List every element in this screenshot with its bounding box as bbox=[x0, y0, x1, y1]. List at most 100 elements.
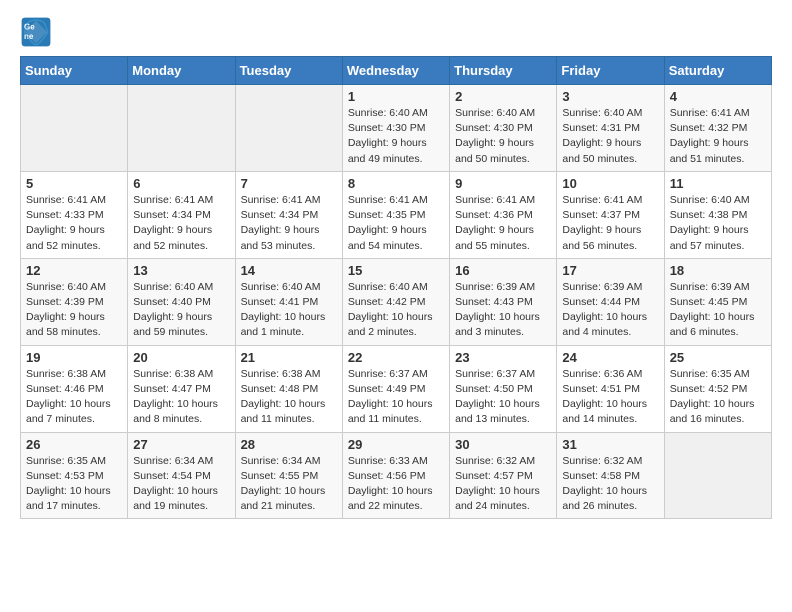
weekday-header-wednesday: Wednesday bbox=[342, 57, 449, 85]
day-info: Sunrise: 6:40 AM Sunset: 4:42 PM Dayligh… bbox=[348, 280, 444, 341]
day-info: Sunrise: 6:33 AM Sunset: 4:56 PM Dayligh… bbox=[348, 454, 444, 515]
header: Ge ne bbox=[20, 16, 772, 48]
day-number: 21 bbox=[241, 350, 337, 365]
day-info: Sunrise: 6:32 AM Sunset: 4:57 PM Dayligh… bbox=[455, 454, 551, 515]
day-info: Sunrise: 6:40 AM Sunset: 4:30 PM Dayligh… bbox=[455, 106, 551, 167]
day-info: Sunrise: 6:35 AM Sunset: 4:53 PM Dayligh… bbox=[26, 454, 122, 515]
day-cell bbox=[21, 85, 128, 172]
day-info: Sunrise: 6:40 AM Sunset: 4:31 PM Dayligh… bbox=[562, 106, 658, 167]
day-cell: 31Sunrise: 6:32 AM Sunset: 4:58 PM Dayli… bbox=[557, 432, 664, 519]
day-info: Sunrise: 6:38 AM Sunset: 4:46 PM Dayligh… bbox=[26, 367, 122, 428]
day-cell: 8Sunrise: 6:41 AM Sunset: 4:35 PM Daylig… bbox=[342, 171, 449, 258]
day-number: 17 bbox=[562, 263, 658, 278]
day-cell: 5Sunrise: 6:41 AM Sunset: 4:33 PM Daylig… bbox=[21, 171, 128, 258]
day-info: Sunrise: 6:41 AM Sunset: 4:32 PM Dayligh… bbox=[670, 106, 766, 167]
day-cell: 6 Sunrise: 6:41 AM Sunset: 4:34 PM Daylig… bbox=[128, 171, 235, 258]
day-info: Sunrise: 6:40 AM Sunset: 4:30 PM Dayligh… bbox=[348, 106, 444, 167]
day-number: 13 bbox=[133, 263, 229, 278]
weekday-header-sunday: Sunday bbox=[21, 57, 128, 85]
day-cell: 15 Sunrise: 6:40 AM Sunset: 4:42 PM Dayli… bbox=[342, 258, 449, 345]
day-cell: 24 Sunrise: 6:36 AM Sunset: 4:51 PM Dayli… bbox=[557, 345, 664, 432]
day-cell bbox=[128, 85, 235, 172]
day-number: 19 bbox=[26, 350, 122, 365]
weekday-header-monday: Monday bbox=[128, 57, 235, 85]
day-number: 24 bbox=[562, 350, 658, 365]
day-cell: 20 Sunrise: 6:38 AM Sunset: 4:47 PM Dayli… bbox=[128, 345, 235, 432]
day-cell: 19 Sunrise: 6:38 AM Sunset: 4:46 PM Dayli… bbox=[21, 345, 128, 432]
day-number: 26 bbox=[26, 437, 122, 452]
day-number: 31 bbox=[562, 437, 658, 452]
day-cell: 21 Sunrise: 6:38 AM Sunset: 4:48 PM Dayli… bbox=[235, 345, 342, 432]
day-cell: 7 Sunrise: 6:41 AM Sunset: 4:34 PM Daylig… bbox=[235, 171, 342, 258]
day-number: 18 bbox=[670, 263, 766, 278]
week-row-2: 5Sunrise: 6:41 AM Sunset: 4:33 PM Daylig… bbox=[21, 171, 772, 258]
day-number: 10 bbox=[562, 176, 658, 191]
day-number: 20 bbox=[133, 350, 229, 365]
day-cell: 10Sunrise: 6:41 AM Sunset: 4:37 PM Dayli… bbox=[557, 171, 664, 258]
day-cell: 4Sunrise: 6:41 AM Sunset: 4:32 PM Daylig… bbox=[664, 85, 771, 172]
day-cell bbox=[664, 432, 771, 519]
day-cell: 28 Sunrise: 6:34 AM Sunset: 4:55 PM Dayli… bbox=[235, 432, 342, 519]
day-cell: 14 Sunrise: 6:40 AM Sunset: 4:41 PM Dayli… bbox=[235, 258, 342, 345]
day-info: Sunrise: 6:37 AM Sunset: 4:49 PM Dayligh… bbox=[348, 367, 444, 428]
day-info: Sunrise: 6:39 AM Sunset: 4:45 PM Dayligh… bbox=[670, 280, 766, 341]
day-cell bbox=[235, 85, 342, 172]
day-info: Sunrise: 6:41 AM Sunset: 4:36 PM Dayligh… bbox=[455, 193, 551, 254]
day-cell: 11Sunrise: 6:40 AM Sunset: 4:38 PM Dayli… bbox=[664, 171, 771, 258]
weekday-header-saturday: Saturday bbox=[664, 57, 771, 85]
day-info: Sunrise: 6:38 AM Sunset: 4:47 PM Dayligh… bbox=[133, 367, 229, 428]
day-info: Sunrise: 6:34 AM Sunset: 4:55 PM Dayligh… bbox=[241, 454, 337, 515]
day-number: 7 bbox=[241, 176, 337, 191]
day-cell: 1 Sunrise: 6:40 AM Sunset: 4:30 PM Daylig… bbox=[342, 85, 449, 172]
day-number: 25 bbox=[670, 350, 766, 365]
day-cell: 2 Sunrise: 6:40 AM Sunset: 4:30 PM Daylig… bbox=[450, 85, 557, 172]
day-info: Sunrise: 6:35 AM Sunset: 4:52 PM Dayligh… bbox=[670, 367, 766, 428]
day-info: Sunrise: 6:39 AM Sunset: 4:44 PM Dayligh… bbox=[562, 280, 658, 341]
day-cell: 30 Sunrise: 6:32 AM Sunset: 4:57 PM Dayli… bbox=[450, 432, 557, 519]
day-number: 29 bbox=[348, 437, 444, 452]
weekday-header-thursday: Thursday bbox=[450, 57, 557, 85]
day-cell: 23 Sunrise: 6:37 AM Sunset: 4:50 PM Dayli… bbox=[450, 345, 557, 432]
day-cell: 18 Sunrise: 6:39 AM Sunset: 4:45 PM Dayli… bbox=[664, 258, 771, 345]
day-number: 14 bbox=[241, 263, 337, 278]
day-number: 30 bbox=[455, 437, 551, 452]
week-row-5: 26 Sunrise: 6:35 AM Sunset: 4:53 PM Dayli… bbox=[21, 432, 772, 519]
day-info: Sunrise: 6:37 AM Sunset: 4:50 PM Dayligh… bbox=[455, 367, 551, 428]
day-cell: 22Sunrise: 6:37 AM Sunset: 4:49 PM Dayli… bbox=[342, 345, 449, 432]
day-cell: 3 Sunrise: 6:40 AM Sunset: 4:31 PM Daylig… bbox=[557, 85, 664, 172]
page: Ge ne SundayMondayTuesdayWednesdayThursd… bbox=[0, 0, 792, 535]
day-number: 3 bbox=[562, 89, 658, 104]
day-cell: 27Sunrise: 6:34 AM Sunset: 4:54 PM Dayli… bbox=[128, 432, 235, 519]
day-number: 8 bbox=[348, 176, 444, 191]
day-info: Sunrise: 6:39 AM Sunset: 4:43 PM Dayligh… bbox=[455, 280, 551, 341]
day-info: Sunrise: 6:38 AM Sunset: 4:48 PM Dayligh… bbox=[241, 367, 337, 428]
day-info: Sunrise: 6:36 AM Sunset: 4:51 PM Dayligh… bbox=[562, 367, 658, 428]
week-row-3: 12Sunrise: 6:40 AM Sunset: 4:39 PM Dayli… bbox=[21, 258, 772, 345]
day-cell: 12Sunrise: 6:40 AM Sunset: 4:39 PM Dayli… bbox=[21, 258, 128, 345]
weekday-header-row: SundayMondayTuesdayWednesdayThursdayFrid… bbox=[21, 57, 772, 85]
weekday-header-tuesday: Tuesday bbox=[235, 57, 342, 85]
day-number: 12 bbox=[26, 263, 122, 278]
day-number: 16 bbox=[455, 263, 551, 278]
day-info: Sunrise: 6:41 AM Sunset: 4:34 PM Dayligh… bbox=[241, 193, 337, 254]
day-info: Sunrise: 6:40 AM Sunset: 4:41 PM Dayligh… bbox=[241, 280, 337, 341]
day-info: Sunrise: 6:34 AM Sunset: 4:54 PM Dayligh… bbox=[133, 454, 229, 515]
day-cell: 16 Sunrise: 6:39 AM Sunset: 4:43 PM Dayli… bbox=[450, 258, 557, 345]
calendar-table: SundayMondayTuesdayWednesdayThursdayFrid… bbox=[20, 56, 772, 519]
day-cell: 17 Sunrise: 6:39 AM Sunset: 4:44 PM Dayli… bbox=[557, 258, 664, 345]
day-number: 6 bbox=[133, 176, 229, 191]
week-row-1: 1 Sunrise: 6:40 AM Sunset: 4:30 PM Daylig… bbox=[21, 85, 772, 172]
day-number: 1 bbox=[348, 89, 444, 104]
week-row-4: 19 Sunrise: 6:38 AM Sunset: 4:46 PM Dayli… bbox=[21, 345, 772, 432]
logo-icon: Ge ne bbox=[20, 16, 52, 48]
day-number: 15 bbox=[348, 263, 444, 278]
day-number: 28 bbox=[241, 437, 337, 452]
day-info: Sunrise: 6:40 AM Sunset: 4:38 PM Dayligh… bbox=[670, 193, 766, 254]
logo: Ge ne bbox=[20, 16, 58, 48]
day-cell: 9 Sunrise: 6:41 AM Sunset: 4:36 PM Daylig… bbox=[450, 171, 557, 258]
day-number: 9 bbox=[455, 176, 551, 191]
day-cell: 29 Sunrise: 6:33 AM Sunset: 4:56 PM Dayli… bbox=[342, 432, 449, 519]
day-number: 23 bbox=[455, 350, 551, 365]
day-number: 2 bbox=[455, 89, 551, 104]
day-info: Sunrise: 6:41 AM Sunset: 4:34 PM Dayligh… bbox=[133, 193, 229, 254]
